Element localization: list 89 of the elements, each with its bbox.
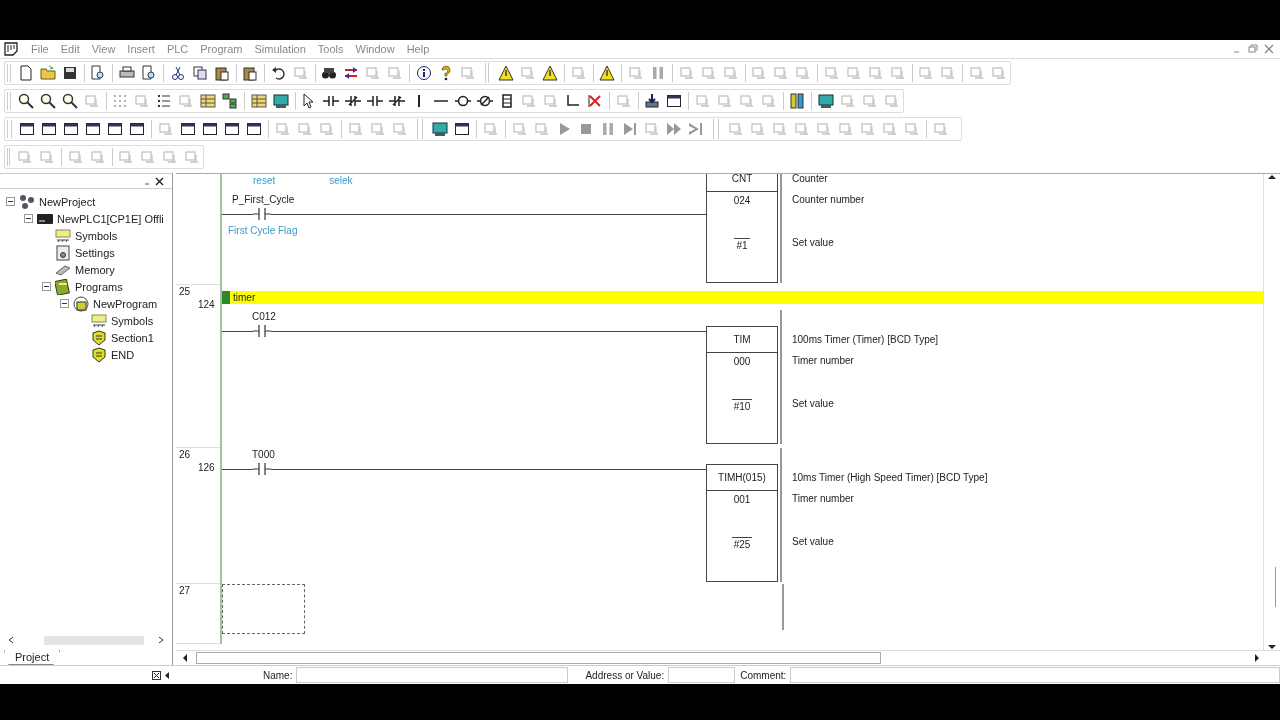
operand-description: Set value	[792, 536, 834, 547]
scrollbar-thumb[interactable]	[44, 635, 144, 645]
menu-item[interactable]: File	[26, 43, 56, 55]
instruction-operand: 000	[733, 356, 751, 367]
field-label: Name:	[263, 669, 293, 681]
menu-item[interactable]: Help	[401, 43, 437, 55]
restore-icon[interactable]	[1248, 44, 1258, 54]
network-icon	[19, 193, 35, 210]
monitor-icon[interactable]	[429, 121, 451, 137]
scroll-up-icon[interactable]	[1268, 174, 1276, 180]
scroll-left-icon[interactable]	[182, 654, 188, 662]
tree-item[interactable]: Symbols	[75, 229, 118, 242]
scroll-down-icon[interactable]	[1268, 644, 1276, 650]
menu-item[interactable]: View	[86, 43, 123, 55]
scroll-right-icon[interactable]	[1254, 654, 1260, 662]
section-icon	[91, 329, 107, 346]
field-label: Address or Value:	[585, 669, 665, 681]
operand-description: Counter number	[792, 194, 865, 205]
tree-item[interactable]: END	[111, 348, 135, 361]
contact-operand: P_First_Cycle	[232, 194, 295, 205]
operand-description: Timer number	[792, 355, 854, 366]
project-tab[interactable]: Project	[4, 650, 61, 665]
field-label: Comment:	[740, 669, 787, 681]
rung-number: 26	[179, 449, 191, 460]
scroll-right-icon[interactable]	[158, 636, 164, 644]
scroll-left-icon[interactable]	[8, 636, 14, 644]
tree-item[interactable]: NewProject	[39, 195, 96, 208]
tree-item[interactable]: Memory	[75, 263, 115, 276]
tree-item[interactable]: NewProgram	[93, 297, 158, 310]
contact-comment: First Cycle Flag	[228, 225, 298, 236]
tree-item[interactable]: Symbols	[111, 314, 154, 327]
input-field[interactable]	[790, 667, 1280, 683]
section-icon	[91, 346, 107, 363]
close-icon[interactable]	[155, 176, 164, 186]
instruction-operand: 001	[733, 494, 751, 505]
symbols-icon	[91, 312, 107, 329]
input-field[interactable]	[668, 667, 736, 683]
instruction-opcode: CNT	[731, 174, 753, 184]
tree-item[interactable]: Programs	[75, 280, 123, 293]
menu-item[interactable]: Insert	[122, 43, 162, 55]
menu-item[interactable]: PLC	[161, 43, 196, 55]
rung-marker	[222, 291, 230, 304]
expander-icon[interactable]	[42, 282, 51, 291]
instruction-operand: 024	[733, 195, 751, 206]
annotation-text: selek	[329, 175, 353, 188]
monitor-icon[interactable]	[815, 93, 837, 109]
programs-icon	[55, 278, 71, 295]
operand-description: Counter	[792, 174, 828, 184]
operand-description: Set value	[792, 237, 834, 248]
instruction-box[interactable]: TIM 000 #10	[706, 326, 778, 444]
expander-icon[interactable]	[24, 214, 33, 223]
instruction-opcode: TIM	[733, 334, 751, 345]
rung-number: 27	[179, 585, 191, 596]
contact-icon[interactable]	[253, 324, 271, 338]
contact-icon[interactable]	[253, 462, 271, 476]
tree-item[interactable]: NewPLC1[CP1E] Offli	[57, 212, 164, 225]
scrollbar-thumb[interactable]	[196, 652, 881, 664]
symbols-icon	[55, 227, 71, 244]
program-icon	[73, 295, 89, 312]
input-field[interactable]	[296, 667, 569, 683]
set-value: #1	[736, 240, 748, 251]
set-value: #25	[733, 539, 751, 550]
settings-icon	[55, 244, 71, 261]
instruction-box[interactable]: CNT 024 #1	[706, 174, 778, 283]
menu-item[interactable]: Tools	[312, 43, 351, 55]
menu-item[interactable]: Program	[195, 43, 250, 55]
tree-item[interactable]: Section1	[111, 331, 154, 344]
menu-item[interactable]: Window	[350, 43, 402, 55]
step-address: 126	[198, 462, 215, 473]
menu-item[interactable]: Simulation	[249, 43, 313, 55]
menu-item[interactable]: Edit	[55, 43, 87, 55]
contact-operand: C012	[252, 311, 276, 322]
set-value: #10	[733, 401, 751, 412]
contact-icon[interactable]	[253, 207, 271, 221]
step-address: 124	[198, 299, 215, 310]
expander-icon[interactable]	[60, 299, 69, 308]
operand-description: 100ms Timer (Timer) [BCD Type]	[792, 333, 939, 345]
contact-operand: T000	[252, 449, 275, 460]
close-icon[interactable]	[152, 670, 161, 680]
operand-description: Set value	[792, 398, 834, 409]
rung-number: 25	[179, 286, 191, 297]
instruction-opcode: TIMH(015)	[718, 472, 766, 483]
expander-icon[interactable]	[6, 197, 15, 206]
instruction-box[interactable]: TIMH(015) 001 #25	[706, 464, 778, 582]
operand-description: 10ms Timer (High Speed Timer) [BCD Type]	[792, 471, 988, 483]
rung-comment: timer	[233, 292, 256, 303]
operand-description: Timer number	[792, 493, 854, 504]
annotation-text: reset	[253, 175, 276, 188]
tree-item[interactable]: Settings	[75, 246, 115, 259]
